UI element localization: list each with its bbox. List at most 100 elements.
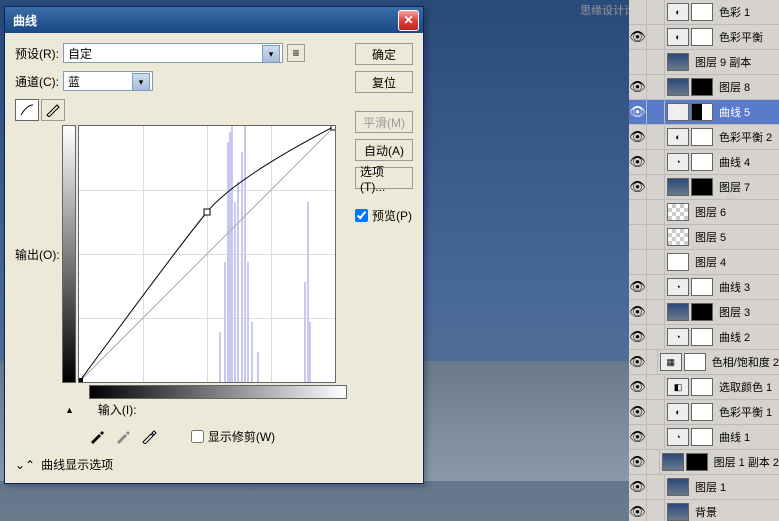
link-cell[interactable] <box>647 300 665 325</box>
layer-thumbnail[interactable] <box>686 453 708 471</box>
visibility-toggle[interactable] <box>629 250 647 275</box>
link-cell[interactable] <box>647 75 665 100</box>
layer-thumbnail[interactable] <box>667 503 689 521</box>
layer-name[interactable]: 曲线 4 <box>715 154 750 170</box>
visibility-toggle[interactable]: 👁 <box>629 75 647 100</box>
layer-thumbnail[interactable] <box>667 203 689 221</box>
layer-row[interactable]: 👁 ◔ 曲线 3 <box>629 275 779 300</box>
layer-row[interactable]: 👁图层 3 <box>629 300 779 325</box>
layer-name[interactable]: 色彩平衡 <box>715 29 763 45</box>
adjustment-icon[interactable]: ◐ <box>667 128 689 146</box>
link-cell[interactable] <box>647 375 665 400</box>
layer-name[interactable]: 色彩平衡 1 <box>715 404 772 420</box>
link-cell[interactable] <box>647 350 658 375</box>
layer-thumbnail[interactable] <box>667 178 689 196</box>
link-cell[interactable] <box>647 0 665 25</box>
layer-thumbnail[interactable] <box>667 253 689 271</box>
link-cell[interactable] <box>647 250 665 275</box>
layer-name[interactable]: 背景 <box>691 504 717 520</box>
link-cell[interactable] <box>647 325 665 350</box>
visibility-toggle[interactable] <box>629 200 647 225</box>
preview-checkbox[interactable] <box>355 209 368 222</box>
adjustment-icon[interactable]: ◐ <box>667 3 689 21</box>
layer-row[interactable]: 图层 4 <box>629 250 779 275</box>
visibility-toggle[interactable]: 👁 <box>629 475 647 500</box>
adjustment-icon[interactable]: ◔ <box>667 428 689 446</box>
link-cell[interactable] <box>647 275 665 300</box>
layer-name[interactable]: 图层 6 <box>691 204 726 220</box>
layer-name[interactable]: 图层 1 副本 2 <box>710 454 779 470</box>
layer-row[interactable]: 图层 6 <box>629 200 779 225</box>
visibility-toggle[interactable]: 👁 <box>629 275 647 300</box>
visibility-toggle[interactable]: 👁 <box>629 450 647 475</box>
layer-thumbnail[interactable] <box>691 128 713 146</box>
layer-row[interactable]: 👁 图层 1 <box>629 475 779 500</box>
link-cell[interactable] <box>647 100 665 125</box>
cancel-button[interactable]: 复位 <box>355 71 413 93</box>
layer-thumbnail[interactable] <box>662 453 684 471</box>
dialog-titlebar[interactable]: 曲线 ✕ <box>5 7 423 33</box>
layer-thumbnail[interactable] <box>691 153 713 171</box>
eyedropper-gray[interactable] <box>113 426 133 446</box>
layer-row[interactable]: 图层 9 副本 <box>629 50 779 75</box>
visibility-toggle[interactable] <box>629 50 647 75</box>
layer-row[interactable]: 👁◔曲线 1 <box>629 425 779 450</box>
adjustment-icon[interactable]: ▦ <box>660 353 682 371</box>
layer-thumbnail[interactable] <box>691 428 713 446</box>
layer-row[interactable]: 👁背景 <box>629 500 779 521</box>
layer-name[interactable]: 选取颜色 1 <box>715 379 772 395</box>
layer-row[interactable]: 👁 图层 8 <box>629 75 779 100</box>
layer-row[interactable]: 👁◔曲线 5 <box>629 100 779 125</box>
layer-name[interactable]: 曲线 5 <box>715 104 750 120</box>
visibility-toggle[interactable]: 👁 <box>629 375 647 400</box>
layer-name[interactable]: 图层 1 <box>691 479 726 495</box>
visibility-toggle[interactable]: 👁 <box>629 125 647 150</box>
adjustment-icon[interactable]: ◧ <box>667 378 689 396</box>
link-cell[interactable] <box>647 450 660 475</box>
layer-thumbnail[interactable] <box>667 303 689 321</box>
channel-dropdown[interactable]: 蓝 <box>63 71 153 91</box>
curve-pencil-tool[interactable] <box>41 99 65 121</box>
layer-row[interactable]: ◐色彩 1 <box>629 0 779 25</box>
visibility-toggle[interactable]: 👁 <box>629 175 647 200</box>
layer-thumbnail[interactable] <box>691 28 713 46</box>
visibility-toggle[interactable]: 👁 <box>629 425 647 450</box>
visibility-toggle[interactable]: 👁 <box>629 25 647 50</box>
layer-row[interactable]: 👁◔曲线 2 <box>629 325 779 350</box>
link-cell[interactable] <box>647 500 665 521</box>
layer-name[interactable]: 色彩平衡 2 <box>715 129 772 145</box>
layer-thumbnail[interactable] <box>667 478 689 496</box>
layer-thumbnail[interactable] <box>691 103 713 121</box>
layer-thumbnail[interactable] <box>667 78 689 96</box>
layer-name[interactable]: 图层 8 <box>715 79 750 95</box>
link-cell[interactable] <box>647 400 665 425</box>
layer-thumbnail[interactable] <box>691 78 713 96</box>
layer-thumbnail[interactable] <box>684 353 706 371</box>
link-cell[interactable] <box>647 200 665 225</box>
visibility-toggle[interactable]: 👁 <box>629 150 647 175</box>
preset-menu-button[interactable]: ≡ <box>287 44 305 62</box>
visibility-toggle[interactable]: 👁 <box>629 325 647 350</box>
adjustment-icon[interactable]: ◔ <box>667 153 689 171</box>
layer-row[interactable]: 👁 图层 1 副本 2 <box>629 450 779 475</box>
layer-name[interactable]: 图层 5 <box>691 229 726 245</box>
show-clipping-checkbox[interactable] <box>191 430 204 443</box>
layer-thumbnail[interactable] <box>691 278 713 296</box>
layer-name[interactable]: 曲线 3 <box>715 279 750 295</box>
close-button[interactable]: ✕ <box>398 10 419 31</box>
layer-thumbnail[interactable] <box>691 328 713 346</box>
layer-name[interactable]: 图层 3 <box>715 304 750 320</box>
eyedropper-white[interactable] <box>139 426 159 446</box>
adjustment-icon[interactable]: ◔ <box>667 328 689 346</box>
visibility-toggle[interactable]: 👁 <box>629 400 647 425</box>
layer-thumbnail[interactable] <box>691 303 713 321</box>
layer-row[interactable]: 👁◐色彩平衡 <box>629 25 779 50</box>
link-cell[interactable] <box>647 50 665 75</box>
eyedropper-black[interactable] <box>87 426 107 446</box>
adjustment-icon[interactable]: ◔ <box>667 278 689 296</box>
layer-name[interactable]: 色相/饱和度 2 <box>708 354 779 370</box>
adjustment-icon[interactable]: ◐ <box>667 403 689 421</box>
layer-row[interactable]: 👁 ◔ 曲线 4 <box>629 150 779 175</box>
layer-thumbnail[interactable] <box>667 53 689 71</box>
link-cell[interactable] <box>647 25 665 50</box>
